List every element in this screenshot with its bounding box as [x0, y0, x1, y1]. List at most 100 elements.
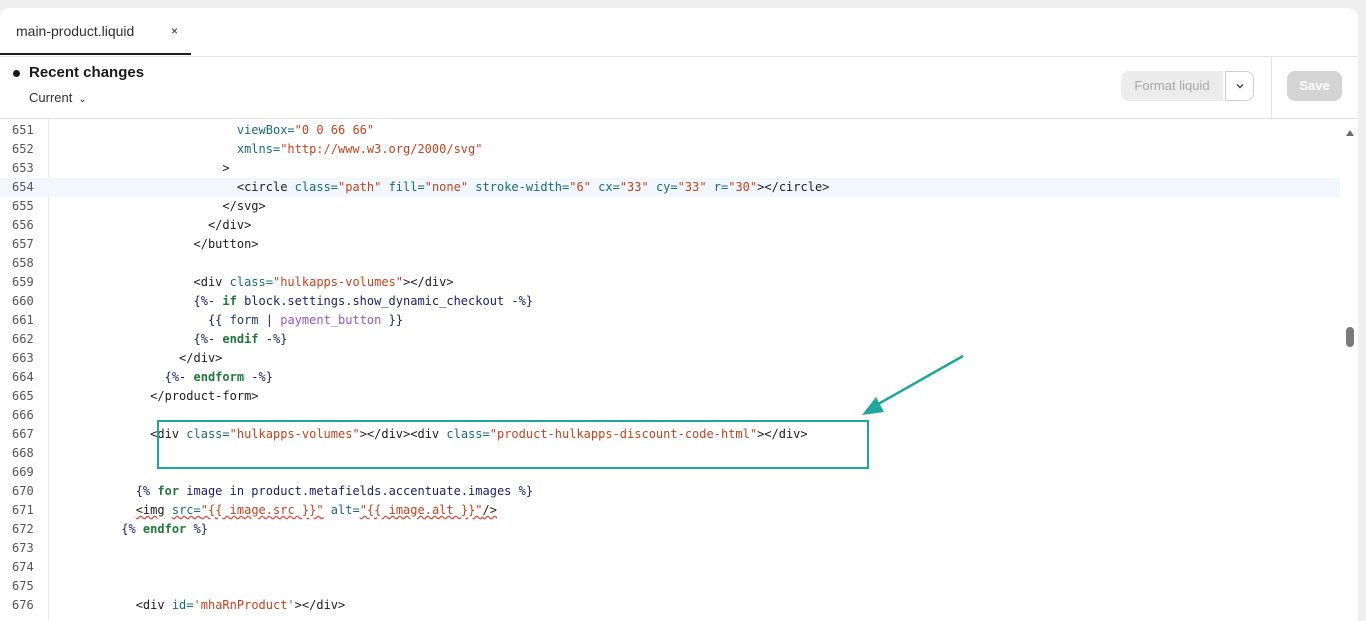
- code-line[interactable]: 656 </div>: [0, 216, 1340, 235]
- code-line[interactable]: 662 {%- endif -%}: [0, 330, 1340, 349]
- vertical-scrollbar[interactable]: [1341, 119, 1358, 621]
- line-number: 670: [12, 484, 34, 498]
- code-line[interactable]: 655 </svg>: [0, 197, 1340, 216]
- code-text[interactable]: {%- endform -%}: [49, 368, 273, 387]
- version-select-label[interactable]: Current: [29, 90, 72, 105]
- code-token: class=: [229, 275, 273, 289]
- code-token: "{{ image.src }}": [200, 503, 324, 517]
- code-text[interactable]: {% for image in product.metafields.accen…: [49, 482, 533, 501]
- code-line[interactable]: 653 >: [0, 159, 1340, 178]
- code-token: "33": [677, 180, 707, 194]
- code-text[interactable]: </div>: [49, 216, 251, 235]
- code-token: <circle: [49, 180, 295, 194]
- format-liquid-button[interactable]: Format liquid: [1121, 71, 1223, 101]
- code-token: ></div>: [403, 275, 454, 289]
- code-line[interactable]: 659 <div class="hulkapps-volumes"></div>: [0, 273, 1340, 292]
- code-line[interactable]: 664 {%- endform -%}: [0, 368, 1340, 387]
- chevron-down-icon[interactable]: ⌄: [78, 94, 86, 105]
- scroll-up-icon[interactable]: [1345, 129, 1355, 137]
- code-token: stroke-width=: [468, 180, 570, 194]
- code-token: </div>: [49, 218, 252, 232]
- code-text[interactable]: >: [49, 159, 229, 178]
- code-line[interactable]: 652 xmlns="http://www.w3.org/2000/svg": [0, 140, 1340, 159]
- code-line[interactable]: 670 {% for image in product.metafields.a…: [0, 482, 1340, 501]
- save-button[interactable]: Save: [1287, 71, 1342, 101]
- code-line[interactable]: 676 <div id='mhaRnProduct'></div>: [0, 596, 1340, 615]
- code-line[interactable]: 663 </div>: [0, 349, 1340, 368]
- scroll-thumb[interactable]: [1346, 327, 1354, 347]
- tab-bar: main-product.liquid ×: [0, 8, 1358, 57]
- code-text[interactable]: </div>: [49, 349, 222, 368]
- line-number: 672: [12, 522, 34, 536]
- code-line[interactable]: 665 </product-form>: [0, 387, 1340, 406]
- code-token: "{{ image.alt }}": [359, 503, 483, 517]
- code-lines[interactable]: 651 viewBox="0 0 66 66" 652 xmlns="http:/…: [0, 121, 1340, 615]
- code-text[interactable]: {% endfor %}: [49, 520, 208, 539]
- code-token: "hulkapps-volumes": [272, 275, 404, 289]
- code-text[interactable]: <div id='mhaRnProduct'></div>: [49, 596, 346, 615]
- code-text[interactable]: <circle class="path" fill="none" stroke-…: [49, 178, 830, 197]
- code-token: ></circle>: [757, 180, 830, 194]
- line-number: 667: [12, 427, 34, 441]
- code-token: class=: [294, 180, 338, 194]
- code-text[interactable]: <div class="hulkapps-volumes"></div>: [49, 273, 454, 292]
- code-token: {%-: [49, 294, 223, 308]
- code-line[interactable]: 654 <circle class="path" fill="none" str…: [0, 178, 1340, 197]
- code-line[interactable]: 671 <img src="{{ image.src }}" alt="{{ i…: [0, 501, 1340, 520]
- code-token: ></div>: [294, 598, 346, 612]
- code-line[interactable]: 674: [0, 558, 1340, 577]
- line-number: 673: [12, 541, 34, 555]
- code-token: -%}: [244, 370, 273, 384]
- code-text[interactable]: viewBox="0 0 66 66": [49, 121, 374, 140]
- header-divider: [1271, 56, 1272, 118]
- code-token: image in product.metafields.accentuate.i…: [179, 484, 534, 498]
- line-number: 663: [12, 351, 34, 365]
- code-line[interactable]: 672 {% endfor %}: [0, 520, 1340, 539]
- line-number: 654: [12, 180, 34, 194]
- code-text[interactable]: <img src="{{ image.src }}" alt="{{ image…: [49, 501, 497, 520]
- code-text[interactable]: </svg>: [49, 197, 266, 216]
- line-number: 661: [12, 313, 34, 327]
- code-line[interactable]: 673: [0, 539, 1340, 558]
- code-text[interactable]: {{ form | payment_button }}: [49, 311, 403, 330]
- version-select[interactable]: Current ⌄: [29, 90, 87, 105]
- tab-main-product[interactable]: main-product.liquid ×: [0, 8, 191, 55]
- code-text[interactable]: </product-form>: [49, 387, 258, 406]
- code-token: </div>: [49, 351, 223, 365]
- code-token: {%-: [49, 370, 194, 384]
- code-token: block.settings.show_dynamic_checkout -%}: [236, 294, 534, 308]
- code-line[interactable]: 675: [0, 577, 1340, 596]
- code-text[interactable]: xmlns="http://www.w3.org/2000/svg": [49, 140, 483, 159]
- line-number: 659: [12, 275, 34, 289]
- line-number: 655: [12, 199, 34, 213]
- code-token: <div: [49, 275, 230, 289]
- code-line[interactable]: 657 </button>: [0, 235, 1340, 254]
- code-token: "path": [338, 180, 382, 194]
- recent-changes-title: Recent changes: [29, 64, 145, 81]
- line-number: 674: [12, 560, 34, 574]
- code-token: cx=: [590, 180, 620, 194]
- editor-window: main-product.liquid × Recent changes Cur…: [0, 8, 1358, 621]
- code-editor[interactable]: 651 viewBox="0 0 66 66" 652 xmlns="http:/…: [0, 118, 1358, 621]
- code-token: %}: [186, 522, 208, 536]
- code-token: -%}: [258, 332, 288, 346]
- code-token: "6": [569, 180, 591, 194]
- code-token: r=: [706, 180, 729, 194]
- code-token: </svg>: [49, 199, 266, 213]
- code-line[interactable]: 660 {%- if block.settings.show_dynamic_c…: [0, 292, 1340, 311]
- line-number: 665: [12, 389, 34, 403]
- code-token: id=: [171, 598, 194, 612]
- code-token: {%: [49, 484, 158, 498]
- line-number: 675: [12, 579, 34, 593]
- chevron-down-icon[interactable]: [1225, 71, 1254, 101]
- code-text[interactable]: {%- if block.settings.show_dynamic_check…: [49, 292, 533, 311]
- code-text[interactable]: </button>: [49, 235, 258, 254]
- code-line[interactable]: 661 {{ form | payment_button }}: [0, 311, 1340, 330]
- close-icon[interactable]: ×: [171, 24, 178, 38]
- code-text[interactable]: {%- endif -%}: [49, 330, 287, 349]
- code-line[interactable]: 651 viewBox="0 0 66 66": [0, 121, 1340, 140]
- code-token: |: [258, 313, 281, 327]
- tab-label[interactable]: main-product.liquid: [16, 23, 134, 39]
- code-line[interactable]: 658: [0, 254, 1340, 273]
